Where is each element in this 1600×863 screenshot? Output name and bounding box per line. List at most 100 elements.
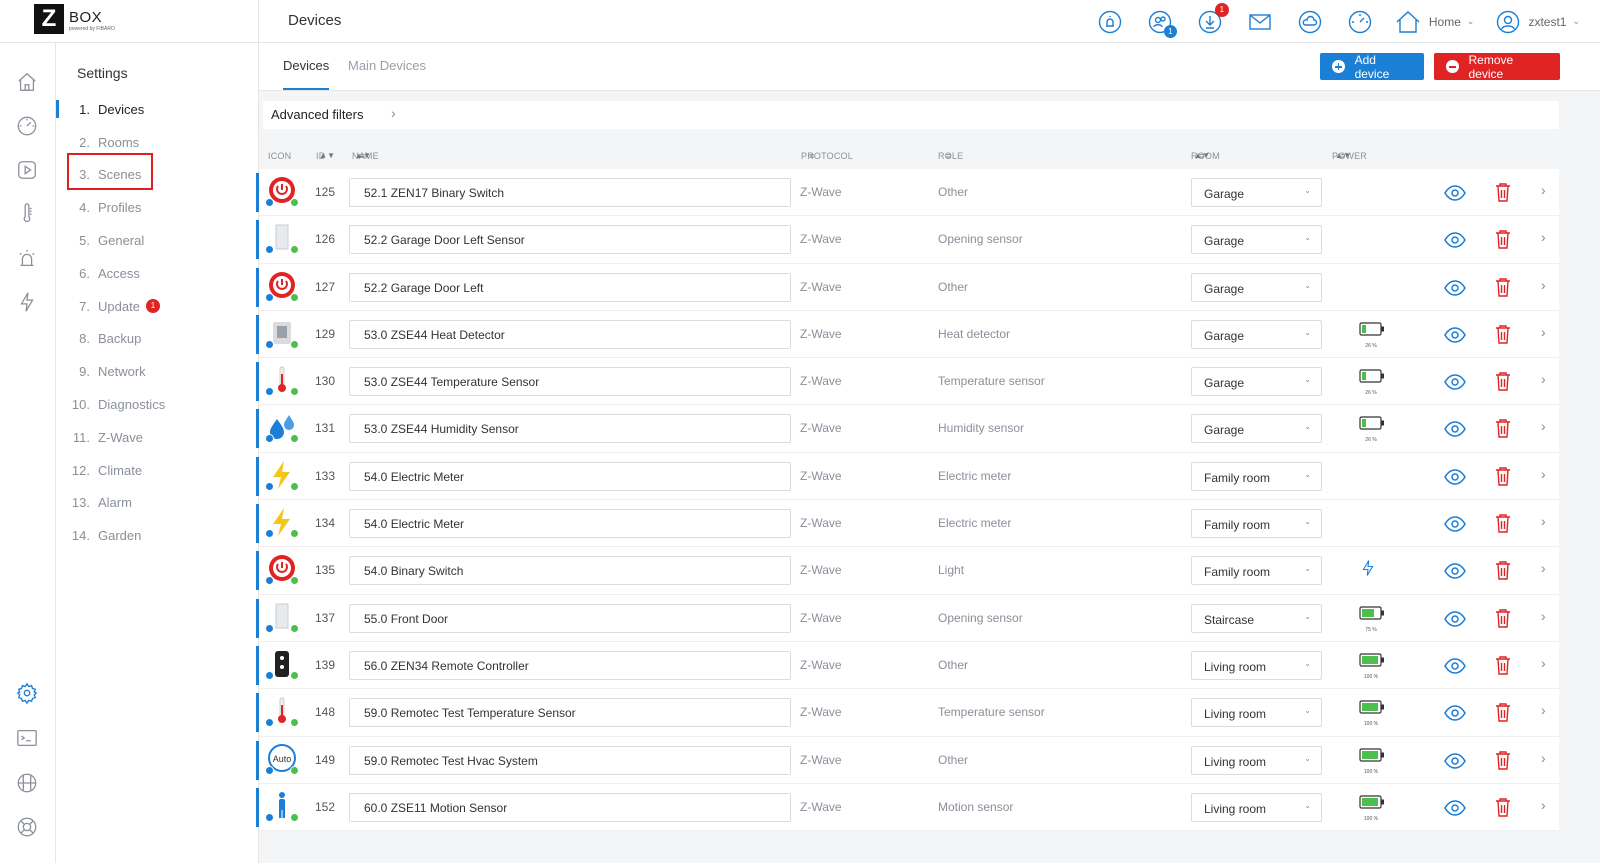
trash-icon[interactable] bbox=[1495, 182, 1511, 202]
eye-icon[interactable] bbox=[1444, 657, 1466, 675]
room-select[interactable]: Family room ⌄ bbox=[1191, 556, 1322, 586]
chevron-right-icon[interactable]: › bbox=[1541, 182, 1546, 198]
room-select[interactable]: Garage ⌄ bbox=[1191, 414, 1322, 444]
chevron-right-icon[interactable]: › bbox=[1541, 560, 1546, 576]
device-name-input[interactable]: 55.0 Front Door bbox=[349, 603, 791, 633]
settings-item-backup[interactable]: 8. Backup bbox=[56, 323, 258, 356]
eye-icon[interactable] bbox=[1444, 279, 1466, 297]
trash-icon[interactable] bbox=[1495, 797, 1511, 817]
filter-icon[interactable]: ≡ bbox=[1199, 151, 1204, 161]
chevron-right-icon[interactable]: › bbox=[1541, 702, 1546, 718]
trash-icon[interactable] bbox=[1495, 418, 1511, 439]
room-select[interactable]: Family room ⌄ bbox=[1191, 461, 1322, 491]
help-nav-icon[interactable] bbox=[16, 816, 40, 840]
settings-item-garden[interactable]: 14. Garden bbox=[56, 519, 258, 552]
chevron-right-icon[interactable]: › bbox=[1541, 277, 1546, 293]
device-name-input[interactable]: 54.0 Electric Meter bbox=[349, 461, 791, 491]
settings-item-zwave[interactable]: 11. Z-Wave bbox=[56, 421, 258, 454]
eye-icon[interactable] bbox=[1444, 610, 1466, 628]
room-select[interactable]: Garage ⌄ bbox=[1191, 319, 1322, 349]
chevron-right-icon[interactable]: › bbox=[1541, 513, 1546, 529]
filter-icon[interactable]: ≡ bbox=[946, 151, 951, 161]
trash-icon[interactable] bbox=[1495, 324, 1511, 344]
trash-icon[interactable] bbox=[1495, 371, 1511, 391]
chevron-right-icon[interactable]: › bbox=[1541, 750, 1546, 766]
room-select[interactable]: Living room ⌄ bbox=[1191, 745, 1322, 775]
trash-icon[interactable] bbox=[1495, 229, 1511, 249]
device-name-input[interactable]: 52.1 ZEN17 Binary Switch bbox=[349, 178, 791, 207]
terminal-nav-icon[interactable] bbox=[16, 727, 40, 751]
settings-nav-icon[interactable] bbox=[16, 682, 40, 706]
trash-icon[interactable] bbox=[1495, 750, 1511, 770]
room-select[interactable]: Garage ⌄ bbox=[1191, 272, 1322, 302]
device-name-input[interactable]: 59.0 Remotec Test Temperature Sensor bbox=[349, 698, 791, 728]
trash-icon[interactable] bbox=[1495, 513, 1511, 533]
dashboard-icon[interactable] bbox=[1347, 9, 1373, 35]
user-menu[interactable]: zxtest1 ⌄ bbox=[1496, 10, 1580, 34]
eye-icon[interactable] bbox=[1444, 799, 1466, 817]
table-row[interactable]: 125 52.1 ZEN17 Binary Switch Z-Wave Other Ga… bbox=[256, 169, 1559, 217]
trash-icon[interactable] bbox=[1495, 560, 1511, 581]
settings-item-climate[interactable]: 12. Climate bbox=[56, 454, 258, 487]
table-row[interactable]: 137 55.0 Front Door Z-Wave Opening sensor St… bbox=[256, 595, 1559, 642]
device-name-input[interactable]: 52.2 Garage Door Left bbox=[349, 272, 791, 302]
device-name-input[interactable]: 54.0 Binary Switch bbox=[349, 556, 791, 586]
table-row[interactable]: 148 59.0 Remotec Test Temperature Sensor Z… bbox=[256, 689, 1559, 737]
chevron-right-icon[interactable]: › bbox=[1541, 371, 1546, 387]
device-name-input[interactable]: 52.2 Garage Door Left Sensor bbox=[349, 225, 791, 255]
room-select[interactable]: Staircase ⌄ bbox=[1191, 603, 1322, 633]
settings-item-devices[interactable]: 1. Devices bbox=[56, 93, 258, 126]
download-icon[interactable]: 1 bbox=[1197, 2, 1229, 35]
alarm-nav-icon[interactable] bbox=[16, 247, 40, 271]
room-select[interactable]: Living room ⌄ bbox=[1191, 792, 1322, 822]
eye-icon[interactable] bbox=[1444, 184, 1466, 202]
eye-icon[interactable] bbox=[1444, 420, 1466, 438]
table-row[interactable]: 133 54.0 Electric Meter Z-Wave Electric met… bbox=[256, 453, 1559, 501]
tab-devices[interactable]: Devices bbox=[283, 58, 330, 90]
table-row[interactable]: 130 53.0 ZSE44 Temperature Sensor Z-Wave Te… bbox=[256, 358, 1559, 406]
device-name-input[interactable]: 53.0 ZSE44 Heat Detector bbox=[349, 319, 791, 349]
eye-icon[interactable] bbox=[1444, 326, 1466, 344]
table-row[interactable]: 135 54.0 Binary Switch Z-Wave Light Family r… bbox=[256, 547, 1559, 595]
eye-icon[interactable] bbox=[1444, 562, 1466, 580]
trash-icon[interactable] bbox=[1495, 702, 1511, 722]
settings-item-profiles[interactable]: 4. Profiles bbox=[56, 191, 258, 224]
filter-icon[interactable]: ≡ bbox=[1340, 151, 1345, 161]
room-select[interactable]: Family room ⌄ bbox=[1191, 509, 1322, 539]
remove-device-button[interactable]: Remove device bbox=[1434, 53, 1560, 81]
filter-icon[interactable]: ≡ bbox=[360, 151, 365, 161]
trash-icon[interactable] bbox=[1495, 466, 1511, 486]
table-row[interactable]: 126 52.2 Garage Door Left Sensor Z-Wave Ope… bbox=[256, 216, 1559, 264]
eye-icon[interactable] bbox=[1444, 515, 1466, 533]
network-nav-icon[interactable] bbox=[16, 772, 40, 796]
room-select[interactable]: Living room ⌄ bbox=[1191, 698, 1322, 728]
chevron-right-icon[interactable]: › bbox=[1541, 466, 1546, 482]
chevron-right-icon[interactable]: › bbox=[1541, 418, 1546, 434]
eye-icon[interactable] bbox=[1444, 704, 1466, 722]
mail-icon[interactable] bbox=[1247, 9, 1273, 35]
settings-item-update[interactable]: 7. Update 1 bbox=[56, 290, 258, 323]
table-row[interactable]: 139 56.0 ZEN34 Remote Controller Z-Wave Oth… bbox=[256, 642, 1559, 690]
settings-item-general[interactable]: 5. General bbox=[56, 224, 258, 257]
alarm-icon[interactable] bbox=[1097, 9, 1123, 35]
room-select[interactable]: Garage ⌄ bbox=[1191, 367, 1322, 397]
home-selector[interactable]: Home ⌄ bbox=[1395, 10, 1474, 34]
room-select[interactable]: Living room ⌄ bbox=[1191, 650, 1322, 680]
table-row[interactable]: Auto 149 59.0 Remotec Test Hvac System Z-Wa… bbox=[256, 737, 1559, 784]
table-row[interactable]: 129 53.0 ZSE44 Heat Detector Z-Wave Heat de… bbox=[256, 311, 1559, 359]
table-row[interactable]: 152 60.0 ZSE11 Motion Sensor Z-Wave Motion … bbox=[256, 784, 1559, 832]
filter-icon[interactable]: ≡ bbox=[809, 151, 814, 161]
eye-icon[interactable] bbox=[1444, 752, 1466, 770]
table-row[interactable]: 127 52.2 Garage Door Left Z-Wave Other Garag… bbox=[256, 264, 1559, 311]
settings-item-network[interactable]: 9. Network bbox=[56, 355, 258, 388]
chevron-right-icon[interactable]: › bbox=[1541, 655, 1546, 671]
table-row[interactable]: 131 53.0 ZSE44 Humidity Sensor Z-Wave Humid… bbox=[256, 405, 1559, 453]
room-select[interactable]: Garage ⌄ bbox=[1191, 178, 1322, 207]
add-device-button[interactable]: Add device bbox=[1320, 53, 1424, 81]
trash-icon[interactable] bbox=[1495, 277, 1511, 297]
advanced-filters[interactable]: Advanced filters › bbox=[263, 101, 1559, 129]
settings-item-diagnostics[interactable]: 10. Diagnostics bbox=[56, 388, 258, 421]
weather-icon[interactable] bbox=[1297, 9, 1323, 35]
table-row[interactable]: 134 54.0 Electric Meter Z-Wave Electric met… bbox=[256, 500, 1559, 548]
home-nav-icon[interactable] bbox=[16, 71, 40, 95]
